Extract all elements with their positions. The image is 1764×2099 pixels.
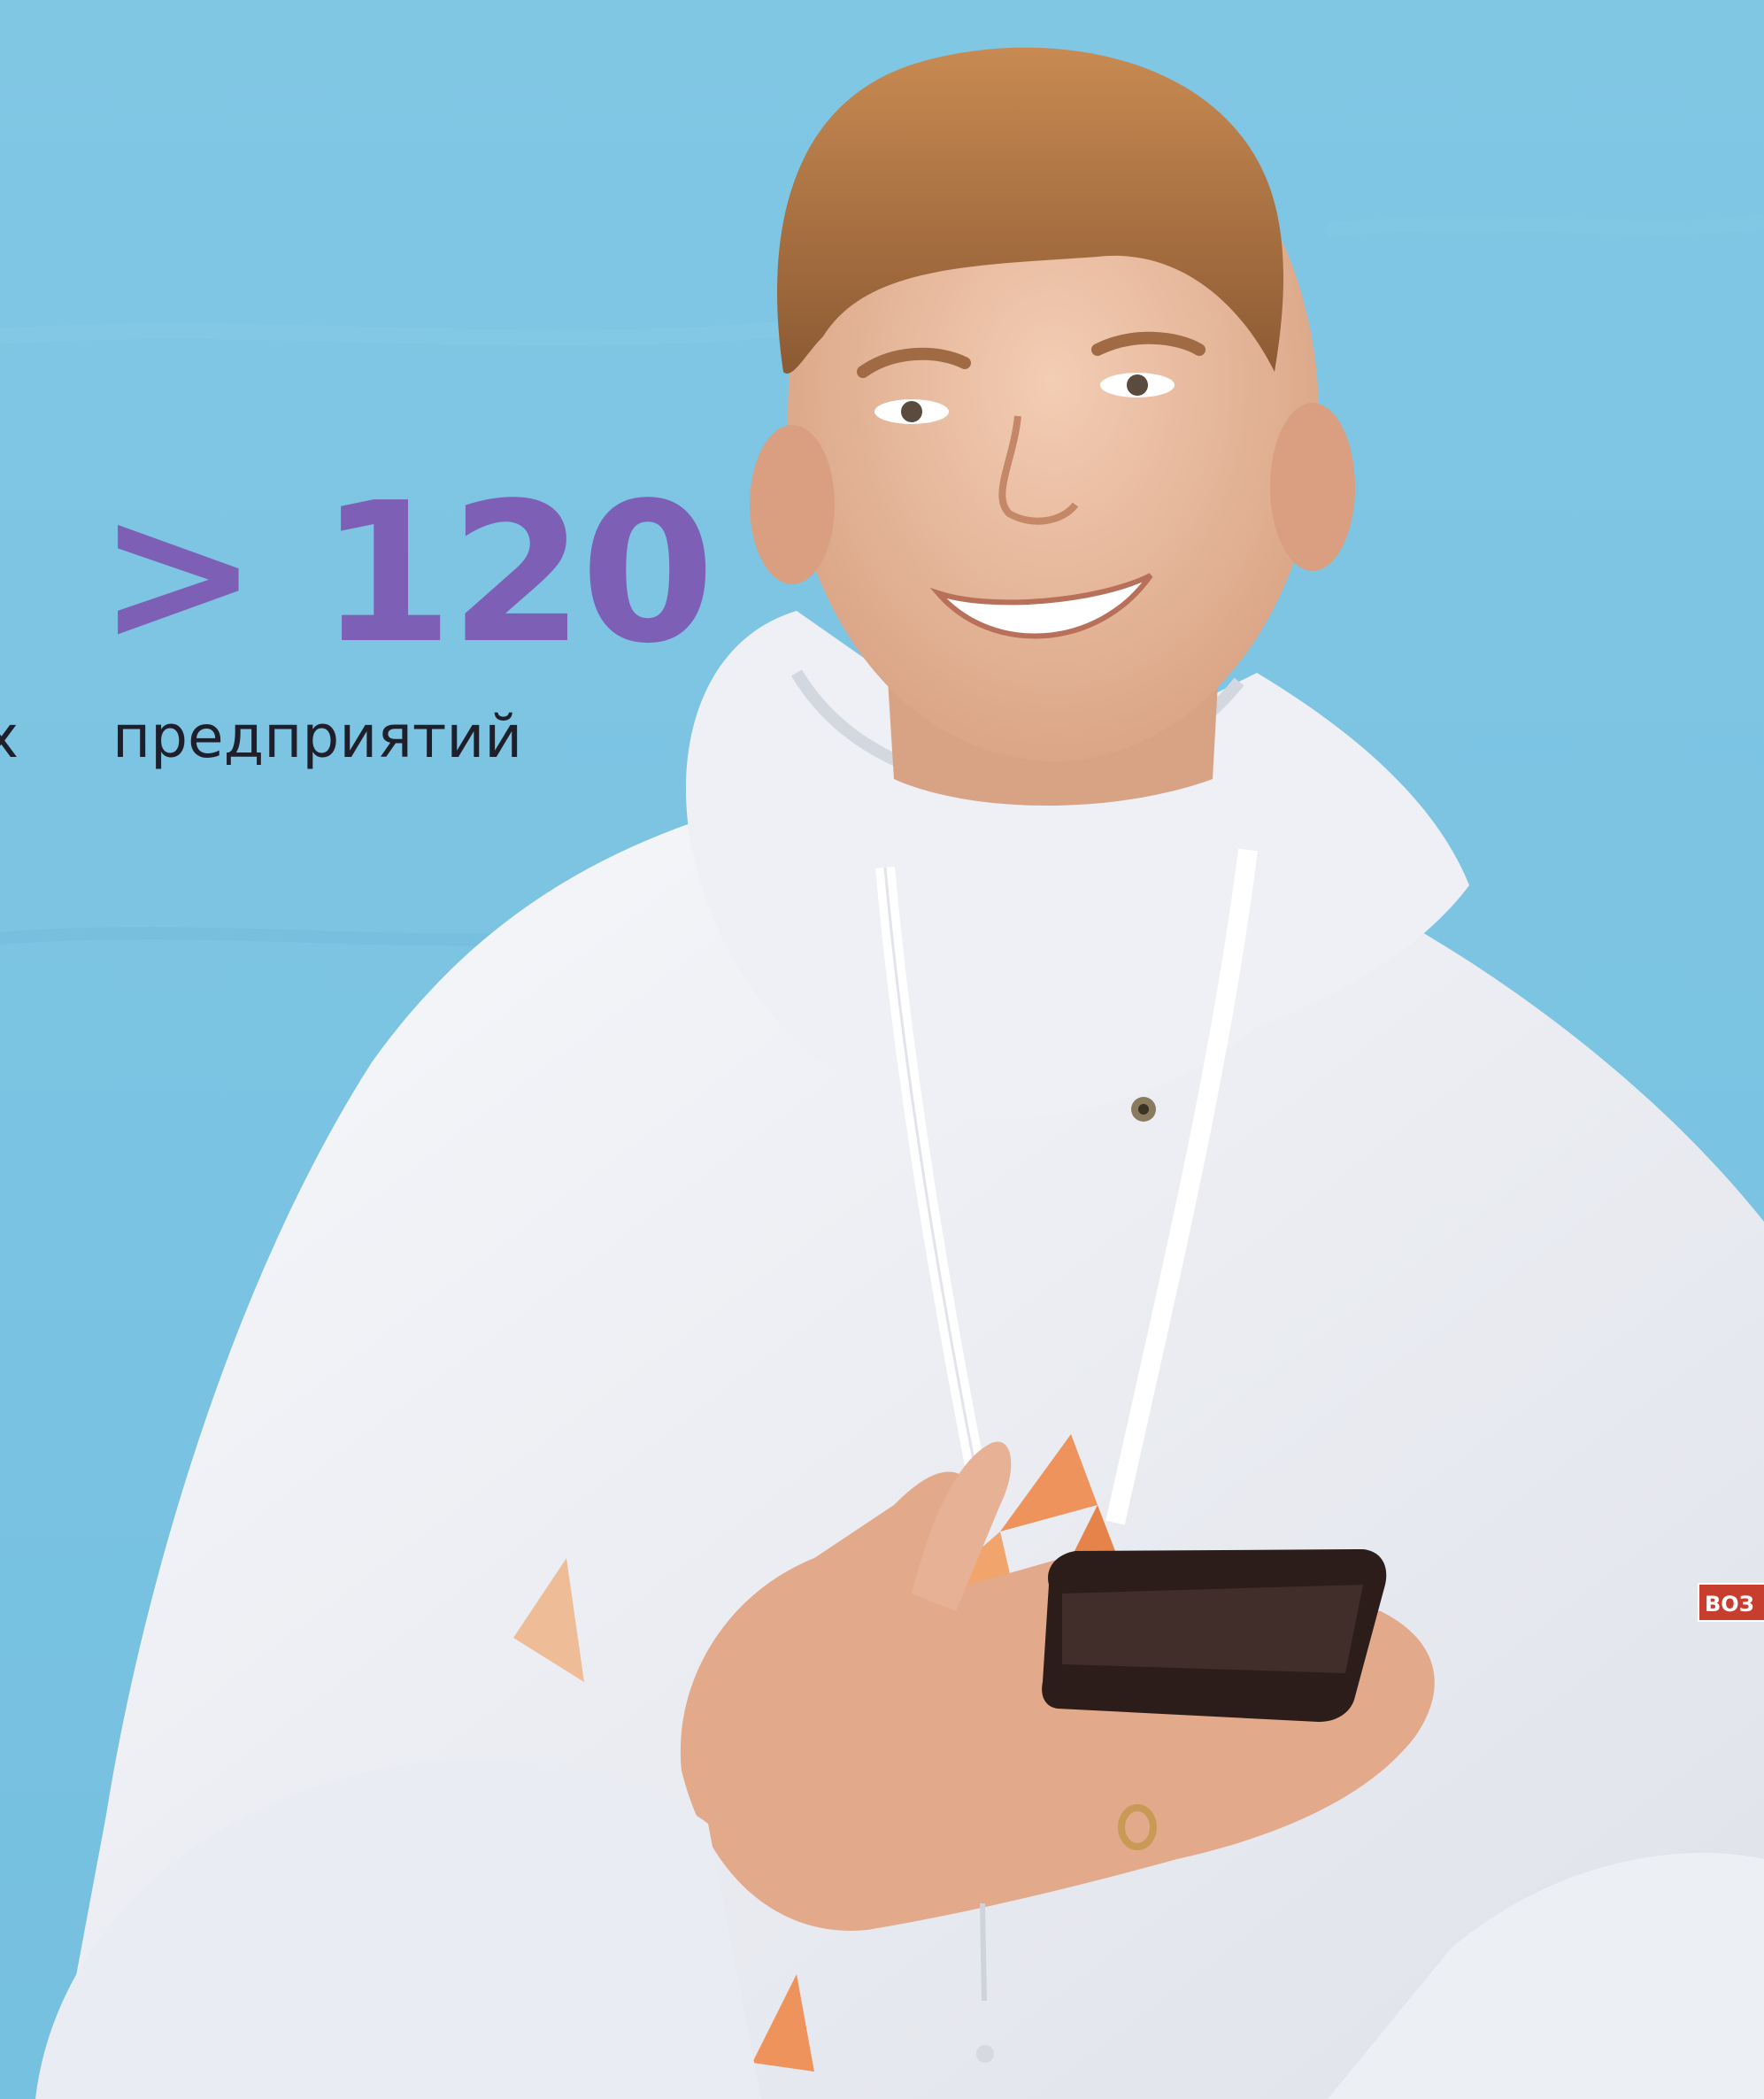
person-photo [35,47,1764,2099]
smartphone [1042,1549,1387,1722]
sleeve-badge: ВОЗ [1698,1583,1764,1622]
